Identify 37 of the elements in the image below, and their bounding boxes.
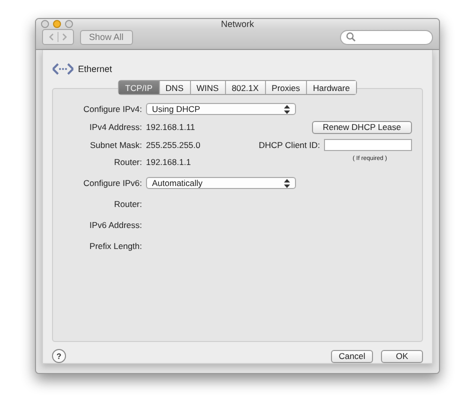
field-value: 192.168.1.1 xyxy=(146,157,192,167)
field-label: IPv4 Address: xyxy=(88,122,142,132)
field-label: Router: xyxy=(113,157,142,167)
field-label: DHCP Client ID: xyxy=(258,140,320,150)
zoom-window-icon[interactable] xyxy=(65,20,73,28)
field-label: IPv6 Address: xyxy=(88,220,142,230)
dropdown[interactable]: Automatically xyxy=(146,177,296,189)
stepper-arrows-icon xyxy=(284,178,290,188)
show-all-button[interactable]: Show All xyxy=(80,30,133,44)
field-label: Configure IPv6: xyxy=(82,178,142,188)
tab[interactable]: Hardware xyxy=(307,81,356,94)
field-value: 192.168.1.11 xyxy=(146,122,196,132)
cancel-button[interactable]: Cancel xyxy=(331,350,373,362)
minimize-window-icon[interactable] xyxy=(53,20,61,28)
field-label: Prefix Length: xyxy=(88,241,142,251)
field-label: Router: xyxy=(113,199,142,209)
tab[interactable]: TCP/IP xyxy=(119,81,160,94)
help-button[interactable]: ? xyxy=(52,349,66,363)
tab[interactable]: 802.1X xyxy=(226,81,266,94)
search-icon xyxy=(346,32,356,42)
field-value: 255.255.255.0 xyxy=(146,140,202,150)
stepper-arrows-icon xyxy=(284,104,290,114)
tab[interactable]: DNS xyxy=(160,81,190,94)
search-field[interactable] xyxy=(340,30,433,44)
back-forward-control[interactable] xyxy=(42,29,74,45)
ok-button[interactable]: OK xyxy=(381,350,423,362)
tab[interactable]: Proxies xyxy=(266,81,307,94)
field-label: Subnet Mask: xyxy=(89,140,142,150)
close-window-icon[interactable] xyxy=(41,20,49,28)
window-title: Network xyxy=(220,19,255,29)
service-name: Ethernet xyxy=(78,64,112,74)
tab[interactable]: WINS xyxy=(190,81,226,94)
dropdown[interactable]: Using DHCP xyxy=(146,103,296,115)
renew-dhcp-lease-button[interactable]: Renew DHCP Lease xyxy=(312,120,412,134)
input-field[interactable] xyxy=(324,139,412,151)
field-label: Configure IPv4: xyxy=(82,104,142,114)
network-arrows-icon xyxy=(52,62,74,76)
